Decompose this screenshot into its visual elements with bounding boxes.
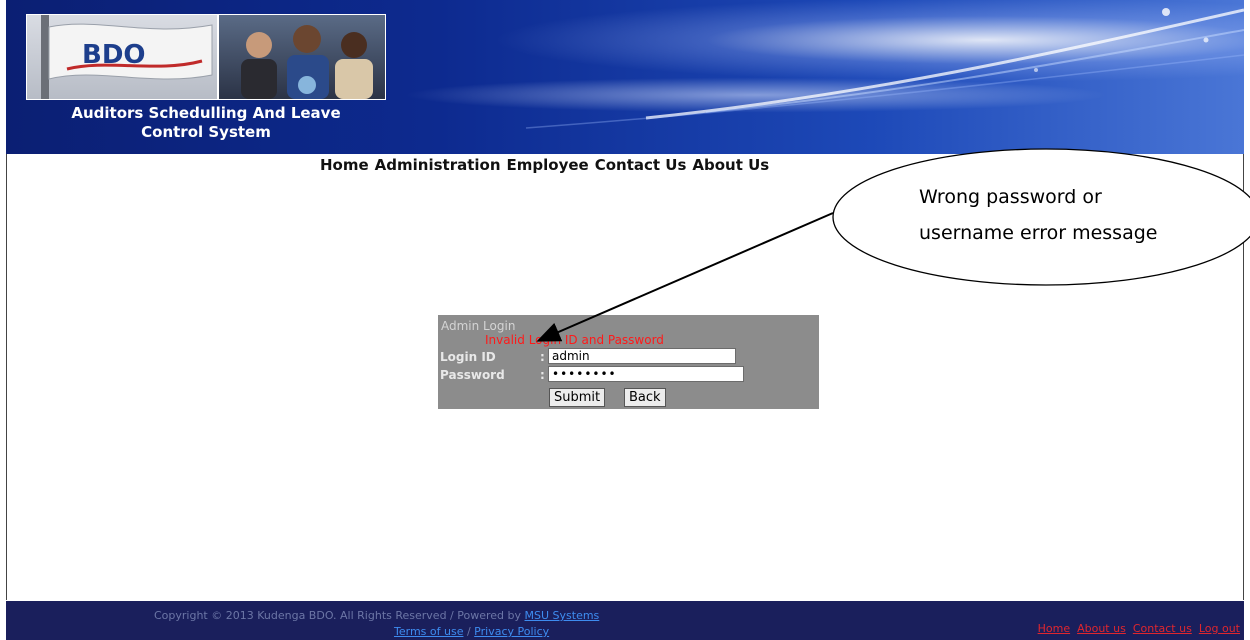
privacy-policy-link[interactable]: Privacy Policy [474, 625, 549, 638]
footer-link-contact-us[interactable]: Contact us [1133, 622, 1192, 635]
footer-nav: Home About us Contact us Log out [1038, 622, 1240, 635]
policy-links: Terms of use / Privacy Policy [394, 625, 549, 638]
footer-link-log-out[interactable]: Log out [1199, 622, 1240, 635]
callout-line1: Wrong password or [919, 186, 1102, 208]
footer: Copyright © 2013 Kudenga BDO. All Rights… [6, 601, 1244, 640]
callout-line2: username error message [919, 222, 1158, 244]
footer-link-home[interactable]: Home [1038, 622, 1070, 635]
footer-link-about-us[interactable]: About us [1077, 622, 1126, 635]
copyright-text: Copyright © 2013 Kudenga BDO. All Rights… [154, 609, 599, 622]
page: BDO Auditors Schedulling And Leave Contr… [0, 0, 1250, 640]
terms-of-use-link[interactable]: Terms of use [394, 625, 463, 638]
msu-systems-link[interactable]: MSU Systems [525, 609, 600, 622]
copyright-label: Copyright © 2013 Kudenga BDO. All Rights… [154, 609, 525, 622]
callout-text: Wrong password or username error message [919, 179, 1219, 251]
callout-arrow [536, 212, 834, 342]
policy-separator: / [463, 625, 475, 638]
callout-annotation [536, 148, 1250, 342]
